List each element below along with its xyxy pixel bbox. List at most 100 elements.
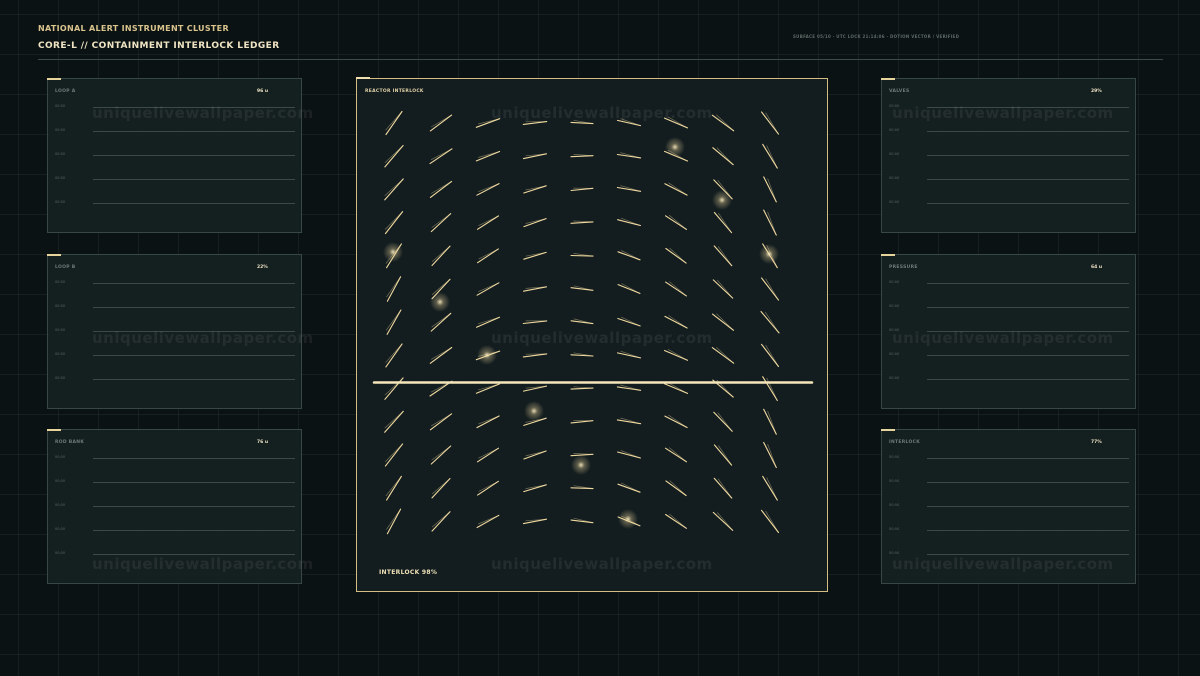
time-tick: 00:00 [889,280,900,284]
field-vector [429,413,453,431]
panel-title: VALVES [889,89,910,94]
field-vector [664,415,688,429]
field-vector-trail [431,478,451,495]
time-tick: 00:00 [55,328,66,332]
field-vector-trail [764,311,780,334]
field-vector [386,276,402,302]
field-vector-trail [477,316,500,325]
panel-title: LOOP A [55,89,76,94]
field-vector-trail [765,344,779,367]
field-vector [664,215,688,230]
time-tick: 00:00 [55,176,66,180]
field-vector [386,475,402,501]
field-vector-trail [431,511,451,528]
field-vector [430,312,452,332]
time-tick: 00:00 [889,527,900,531]
gridline [927,355,1129,356]
field-vector [523,218,547,228]
watermark: uniquelivewallpaper.com [892,104,1114,122]
chart-row: 00:00 [55,200,295,206]
time-tick: 00:00 [889,503,900,507]
gridline [927,283,1129,284]
gridline [93,506,295,507]
field-vector [617,251,641,261]
chart-row: 00:00 [889,280,1129,286]
field-vector-trail [767,410,777,435]
time-tick: 00:00 [889,304,900,308]
field-vector-trail [716,313,734,331]
gridline [927,131,1129,132]
gridline [93,379,295,380]
panel-title: PRESSURE [889,265,918,270]
field-vector [663,383,689,394]
gridline [927,203,1129,204]
field-vector-trail [384,443,403,463]
field-vector-trail [573,386,594,389]
panel-tag [47,254,61,256]
field-vector-trail [767,443,777,468]
field-vector-trail [430,148,453,161]
field-vector-trail [716,147,734,165]
field-vector [616,352,642,359]
gridline [93,179,295,180]
field-vector-trail [668,414,688,428]
field-vector [617,451,641,459]
field-vector-trail [385,309,402,331]
field-vector [429,346,453,364]
field-vector [713,245,733,267]
time-tick: 00:00 [55,128,66,132]
field-vector-trail [478,215,499,227]
field-vector [431,511,451,532]
chart-row: 00:00 [55,527,295,533]
gridline [927,506,1129,507]
panel-tag [881,254,895,256]
time-tick: 00:00 [889,352,900,356]
field-vector-trail [431,181,452,194]
field-vector-trail [667,348,688,361]
particle-glow [759,244,779,264]
chart-row: 00:00 [55,128,295,134]
watermark: uniquelivewallpaper.com [491,329,713,347]
field-vector-trail [478,151,500,158]
field-vector-trail [716,114,734,132]
gridline [927,379,1129,380]
field-vector [663,349,689,361]
particle-glow [430,292,450,312]
gridline [927,482,1129,483]
chart-row: 00:00 [889,455,1129,461]
watermark: uniquelivewallpaper.com [491,555,713,573]
field-vector [429,148,453,165]
field-vector [713,477,733,499]
field-vector-trail [669,513,687,529]
field-vector [711,347,735,364]
field-vector-trail [717,279,733,299]
gridline [93,355,295,356]
time-tick: 00:00 [55,352,66,356]
particle-glow [524,401,544,421]
particle-glow [477,345,497,365]
time-tick: 00:00 [889,455,900,459]
field-vector [385,110,403,136]
field-vector-trail [431,213,451,228]
time-tick: 00:00 [55,479,66,483]
field-vector [476,415,500,429]
field-vector [763,209,777,236]
gridline [93,458,295,459]
field-vector-trail [478,480,499,492]
field-vector [522,320,548,325]
field-vector [385,343,403,368]
panel-loop-a[interactable]: LOOP A 96 u 00:00 00:00 00:00 00:00 00:0… [47,78,302,233]
field-vector [762,376,778,402]
field-vector [664,447,688,463]
time-tick: 00:00 [889,152,900,156]
field-vector-trail [716,346,734,364]
gridline [927,179,1129,180]
panel-value: 29% [1091,89,1102,94]
panel-valves[interactable]: VALVES 29% 00:00 00:00 00:00 00:00 00:00 [881,78,1136,233]
field-vector [384,144,404,168]
field-vector [476,282,500,296]
field-vector [477,248,499,264]
field-vector [384,443,404,467]
panel-value: 96 u [257,89,269,94]
field-vector [617,317,641,327]
